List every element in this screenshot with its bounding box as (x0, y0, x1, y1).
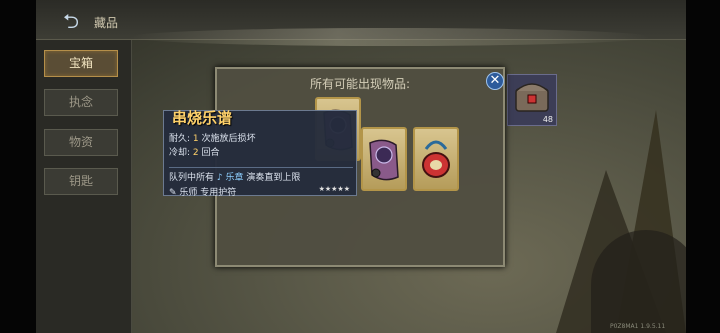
quill-icon: ✎ (169, 188, 177, 198)
treasure-chest-icon (515, 83, 549, 112)
brush-stroke-decoration (130, 28, 650, 46)
cooldown-value: 2 (192, 148, 199, 158)
durability-value: 1 (192, 134, 199, 144)
durability-line: 耐久: 1 次施放后损坏 (169, 131, 256, 144)
sidebar-item-obsession[interactable]: 执念 (44, 89, 118, 116)
version-text: P0Z8MA1 1.9.5.11 (610, 323, 666, 330)
durability-label: 耐久: (169, 134, 191, 144)
dialog-title: 所有可能出现物品: (309, 77, 411, 91)
item-card[interactable] (361, 127, 407, 191)
durability-suffix: 次施放后损坏 (201, 134, 256, 144)
divider (169, 167, 353, 168)
effect-highlight: 乐章 (225, 173, 244, 183)
tag-line: ✎ 乐师 专用护符 (169, 185, 236, 198)
right-black-bar (686, 0, 720, 333)
item-tooltip: 串烧乐谱 耐久: 1 次施放后损坏 冷却: 2 回合 队列中所有 ♪ 乐章 演奏… (163, 109, 357, 198)
close-button[interactable]: ✕ (486, 72, 504, 90)
item-tag: 乐师 专用护符 (179, 188, 237, 198)
sidebar-item-supplies[interactable]: 物资 (44, 129, 118, 156)
amulet-icon (422, 140, 450, 178)
item-count: 48 (542, 115, 553, 124)
item-card[interactable] (413, 127, 459, 191)
cooldown-label: 冷却: (169, 148, 191, 158)
effect-suffix: 演奏直到上限 (246, 173, 301, 183)
back-button[interactable]: ⮌ (56, 9, 86, 33)
music-score-icon (369, 139, 399, 181)
note-icon: ♪ (216, 173, 223, 183)
chest-item-slot[interactable]: 48 (507, 74, 557, 126)
cooldown-line: 冷却: 2 回合 (169, 145, 220, 158)
category-sidebar: 宝箱 执念 物资 钥匙 (36, 40, 132, 333)
sidebar-item-keys[interactable]: 钥匙 (44, 168, 118, 195)
effect-prefix: 队列中所有 (169, 173, 215, 183)
cooldown-suffix: 回合 (201, 148, 220, 158)
item-name: 串烧乐谱 (172, 109, 233, 127)
close-icon: ✕ (489, 73, 501, 88)
page-title: 藏品 (94, 16, 119, 30)
effect-line: 队列中所有 ♪ 乐章 演奏直到上限 (169, 170, 300, 183)
left-black-bar (0, 0, 36, 333)
back-arrow-icon: ⮌ (62, 9, 80, 33)
rarity-stars: ★★★★★ (318, 185, 350, 193)
sidebar-item-treasure-chest[interactable]: 宝箱 (44, 50, 118, 77)
